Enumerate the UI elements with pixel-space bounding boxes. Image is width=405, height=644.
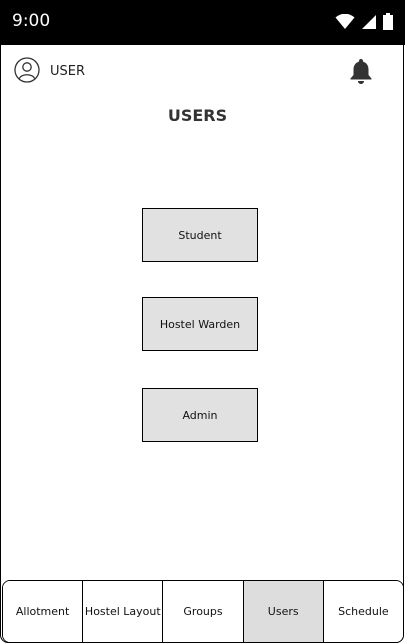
page-title: USERS <box>167 106 228 125</box>
app-header: USER <box>0 45 405 97</box>
tab-schedule[interactable]: Schedule <box>323 581 403 642</box>
wifi-icon <box>335 13 355 34</box>
user-avatar-icon[interactable] <box>14 57 40 83</box>
tab-groups[interactable]: Groups <box>163 581 244 642</box>
hostel-warden-button[interactable]: Hostel Warden <box>142 297 258 351</box>
admin-button[interactable]: Admin <box>142 388 258 442</box>
status-time: 9:00 <box>12 11 51 31</box>
user-label: USER <box>50 64 86 79</box>
tab-allotment[interactable]: Allotment <box>3 581 84 642</box>
bottom-nav: Allotment Hostel Layout Groups Users Sch… <box>2 580 404 643</box>
student-button[interactable]: Student <box>142 208 258 262</box>
tab-hostel-layout[interactable]: Hostel Layout <box>83 581 164 642</box>
status-icons <box>335 13 393 34</box>
tab-users[interactable]: Users <box>243 581 324 642</box>
status-bar: 9:00 <box>0 0 405 45</box>
signal-icon <box>361 14 377 34</box>
battery-icon <box>383 13 393 34</box>
bell-icon[interactable] <box>348 57 374 85</box>
